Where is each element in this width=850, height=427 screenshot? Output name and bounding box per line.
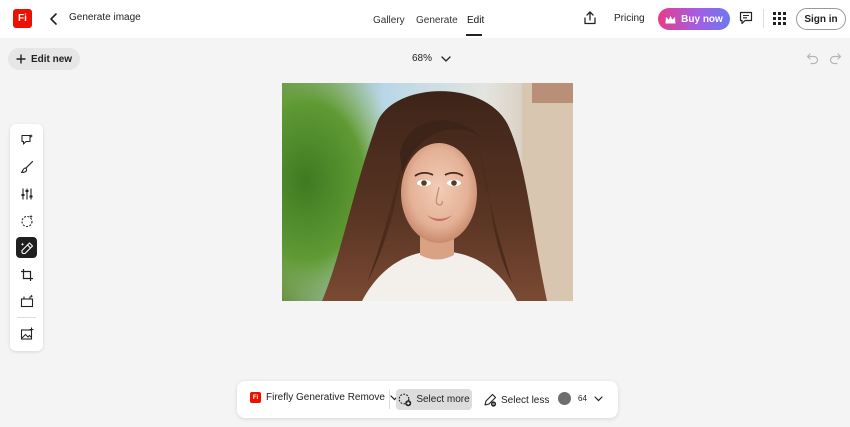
tool-crop[interactable] (16, 264, 37, 285)
zoom-dropdown[interactable]: 68% (412, 53, 451, 64)
tool-generative-fill[interactable] (16, 129, 37, 150)
add-image-icon (20, 327, 33, 340)
redo-icon[interactable] (829, 52, 842, 65)
brush-size-dropdown[interactable]: 64 (558, 392, 603, 405)
select-more-label: Select more (416, 394, 470, 405)
feedback-icon[interactable] (739, 11, 753, 25)
generative-fill-icon (20, 133, 33, 145)
undo-icon[interactable] (806, 52, 819, 65)
edit-new-button[interactable]: Edit new (8, 48, 80, 70)
remove-icon (20, 241, 33, 254)
generative-remove-action-bar: Fi Firefly Generative Remove Select more… (237, 381, 618, 418)
zoom-level: 68% (412, 53, 433, 64)
tool-adjust[interactable] (16, 183, 37, 204)
adjust-icon (21, 188, 32, 199)
expand-icon (20, 294, 33, 307)
tool-add-image[interactable] (16, 323, 37, 344)
model-dropdown[interactable]: Fi Firefly Generative Remove (250, 392, 399, 403)
edit-tools-toolbar (10, 124, 43, 351)
edit-new-label: Edit new (30, 53, 73, 65)
portrait-photo (282, 83, 573, 301)
page-title: Generate image (69, 12, 141, 23)
tab-generate[interactable]: Generate (416, 15, 458, 26)
firefly-mini-logo: Fi (250, 392, 261, 403)
plus-icon (16, 54, 26, 64)
canvas-image[interactable] (282, 83, 573, 301)
pricing-link[interactable]: Pricing (614, 13, 645, 24)
select-less-icon (484, 393, 497, 407)
toolbar-divider (17, 317, 36, 318)
select-more-button[interactable]: Select more (396, 389, 472, 410)
tool-effects[interactable] (16, 210, 37, 231)
top-bar: Fi Generate image Gallery Generate Edit … (0, 0, 850, 38)
buy-now-button[interactable]: Buy now (658, 8, 730, 30)
crown-icon (665, 15, 676, 23)
chevron-down-icon (441, 55, 451, 62)
select-more-icon (398, 393, 412, 406)
tool-remove[interactable] (16, 237, 37, 258)
action-bar-divider (389, 390, 390, 409)
crop-icon (20, 268, 33, 281)
brush-size-swatch (558, 392, 571, 405)
sign-in-button[interactable]: Sign in (796, 8, 846, 30)
header-divider (763, 9, 764, 28)
model-label: Firefly Generative Remove (266, 392, 385, 403)
select-less-label: Select less (501, 394, 550, 406)
buy-now-label: Buy now (681, 13, 723, 25)
effects-icon (20, 214, 33, 227)
tool-expand[interactable] (16, 290, 37, 311)
brush-size-value: 64 (578, 394, 587, 403)
apps-grid-icon[interactable] (773, 12, 786, 25)
back-arrow-icon[interactable] (46, 11, 62, 27)
active-tab-indicator (466, 34, 482, 36)
brush-icon (20, 160, 33, 173)
share-icon[interactable] (583, 11, 597, 25)
firefly-logo[interactable]: Fi (13, 9, 32, 28)
select-less-button[interactable]: Select less (483, 393, 549, 407)
chevron-down-icon (594, 395, 603, 401)
tab-gallery[interactable]: Gallery (373, 15, 405, 26)
tool-brush[interactable] (16, 156, 37, 177)
tab-edit[interactable]: Edit (467, 15, 484, 26)
